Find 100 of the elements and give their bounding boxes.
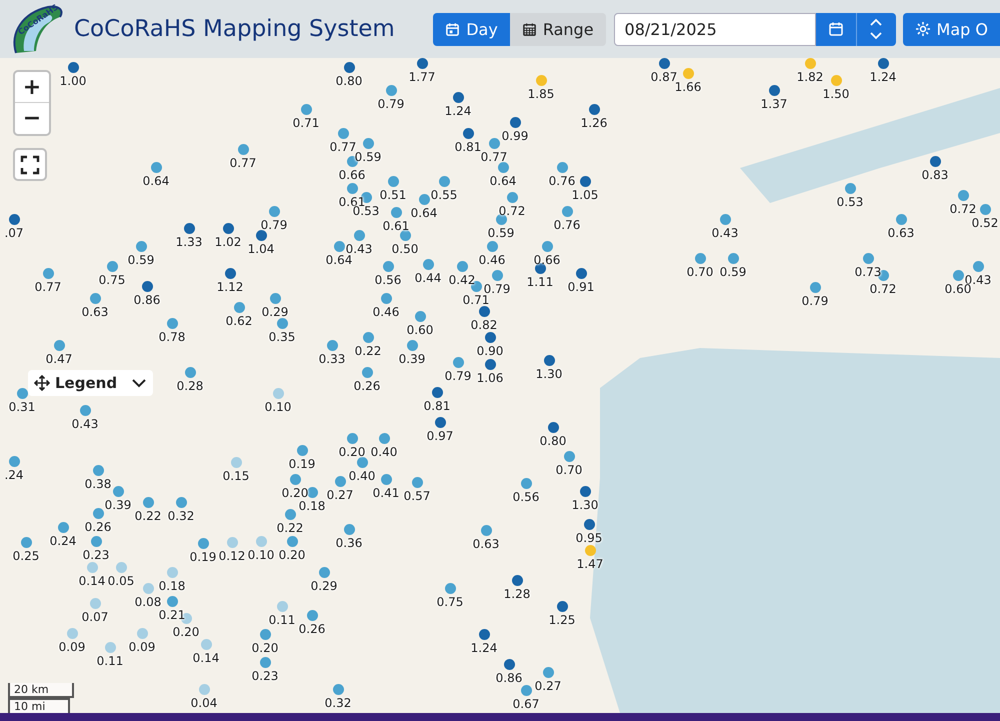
view-tab[interactable]: Range (510, 12, 606, 46)
station-dot[interactable] (452, 92, 464, 103)
station-dot[interactable] (356, 457, 368, 468)
station-dot[interactable] (136, 241, 146, 252)
station-dot[interactable] (728, 253, 738, 264)
station-dot[interactable] (306, 610, 318, 621)
station-dot[interactable] (300, 104, 312, 115)
station-dot[interactable] (338, 128, 348, 139)
station-dot[interactable] (42, 268, 54, 279)
fullscreen-button[interactable] (13, 148, 47, 181)
station-dot[interactable] (952, 270, 964, 281)
station-dot[interactable] (112, 486, 124, 497)
calendar-button[interactable] (816, 12, 856, 46)
station-dot[interactable] (346, 183, 358, 194)
station-dot[interactable] (452, 357, 464, 368)
station-dot[interactable] (230, 457, 242, 468)
station-dot[interactable] (958, 190, 968, 201)
station-dot[interactable] (478, 629, 490, 640)
station-dot[interactable] (344, 524, 354, 535)
station-dot[interactable] (504, 659, 514, 670)
station-dot[interactable] (506, 192, 518, 203)
station-dot[interactable] (438, 176, 450, 187)
station-dot[interactable] (362, 138, 374, 149)
station-dot[interactable] (136, 628, 148, 639)
view-tab[interactable]: Day (433, 12, 510, 46)
station-dot[interactable] (556, 601, 568, 612)
station-dot[interactable] (166, 567, 178, 578)
station-dot[interactable] (498, 162, 508, 173)
station-dot[interactable] (332, 684, 344, 695)
station-dot[interactable] (86, 562, 98, 573)
station-dot[interactable] (682, 68, 694, 79)
station-dot[interactable] (878, 58, 888, 69)
station-dot[interactable] (296, 445, 308, 456)
station-dot[interactable] (564, 451, 574, 462)
station-dot[interactable] (478, 306, 490, 317)
station-dot[interactable] (234, 302, 244, 313)
station-dot[interactable] (486, 241, 498, 252)
station-dot[interactable] (658, 58, 670, 69)
station-dot[interactable] (362, 332, 374, 343)
station-dot[interactable] (8, 214, 20, 225)
station-dot[interactable] (542, 241, 552, 252)
station-dot[interactable] (694, 253, 706, 264)
station-dot[interactable] (488, 138, 500, 149)
station-dot[interactable] (480, 525, 492, 536)
station-dot[interactable] (104, 642, 116, 653)
station-dot[interactable] (268, 206, 280, 217)
station-dot[interactable] (66, 628, 78, 639)
zoom-in-button[interactable]: + (15, 72, 49, 103)
station-dot[interactable] (92, 465, 104, 476)
station-dot[interactable] (362, 367, 372, 378)
station-dot[interactable] (8, 456, 20, 467)
station-dot[interactable] (80, 405, 90, 416)
station-dot[interactable] (238, 144, 248, 155)
station-dot[interactable] (444, 583, 456, 594)
legend-toggle[interactable]: Legend (28, 370, 153, 396)
station-dot[interactable] (90, 536, 102, 547)
date-field[interactable]: 08/21/2025 (614, 12, 816, 46)
station-dot[interactable] (768, 85, 780, 96)
station-dot[interactable] (930, 156, 940, 167)
station-dot[interactable] (326, 340, 338, 351)
station-dot[interactable] (198, 684, 210, 695)
station-dot[interactable] (406, 340, 418, 351)
station-dot[interactable] (150, 162, 162, 173)
station-dot[interactable] (510, 117, 520, 128)
station-dot[interactable] (434, 417, 446, 428)
station-dot[interactable] (980, 204, 990, 215)
station-dot[interactable] (222, 223, 234, 234)
station-dot[interactable] (142, 281, 152, 292)
station-dot[interactable] (346, 156, 358, 167)
station-dot[interactable] (224, 268, 236, 279)
station-dot[interactable] (380, 293, 392, 304)
station-dot[interactable] (16, 388, 28, 399)
station-dot[interactable] (536, 75, 546, 86)
station-dot[interactable] (416, 58, 428, 69)
station-dot[interactable] (354, 230, 364, 241)
station-dot[interactable] (344, 62, 354, 73)
station-dot[interactable] (576, 268, 586, 279)
station-dot[interactable] (542, 667, 554, 678)
station-dot[interactable] (270, 293, 280, 304)
station-dot[interactable] (390, 207, 402, 218)
station-dot[interactable] (142, 583, 154, 594)
station-dot[interactable] (256, 230, 266, 241)
station-dot[interactable] (286, 536, 298, 547)
station-dot[interactable] (386, 85, 396, 96)
station-dot[interactable] (804, 58, 816, 69)
station-dot[interactable] (584, 519, 594, 530)
station-dot[interactable] (830, 75, 842, 86)
station-dot[interactable] (90, 293, 100, 304)
station-dot[interactable] (260, 629, 270, 640)
station-dot[interactable] (548, 422, 558, 433)
date-stepper-button[interactable] (856, 12, 896, 46)
station-dot[interactable] (432, 387, 442, 398)
station-dot[interactable] (512, 575, 522, 586)
station-dot[interactable] (400, 230, 410, 241)
station-dot[interactable] (92, 508, 104, 519)
station-dot[interactable] (68, 62, 78, 73)
station-dot[interactable] (388, 176, 398, 187)
station-dot[interactable] (422, 259, 434, 270)
station-dot[interactable] (318, 567, 330, 578)
station-dot[interactable] (276, 318, 288, 329)
